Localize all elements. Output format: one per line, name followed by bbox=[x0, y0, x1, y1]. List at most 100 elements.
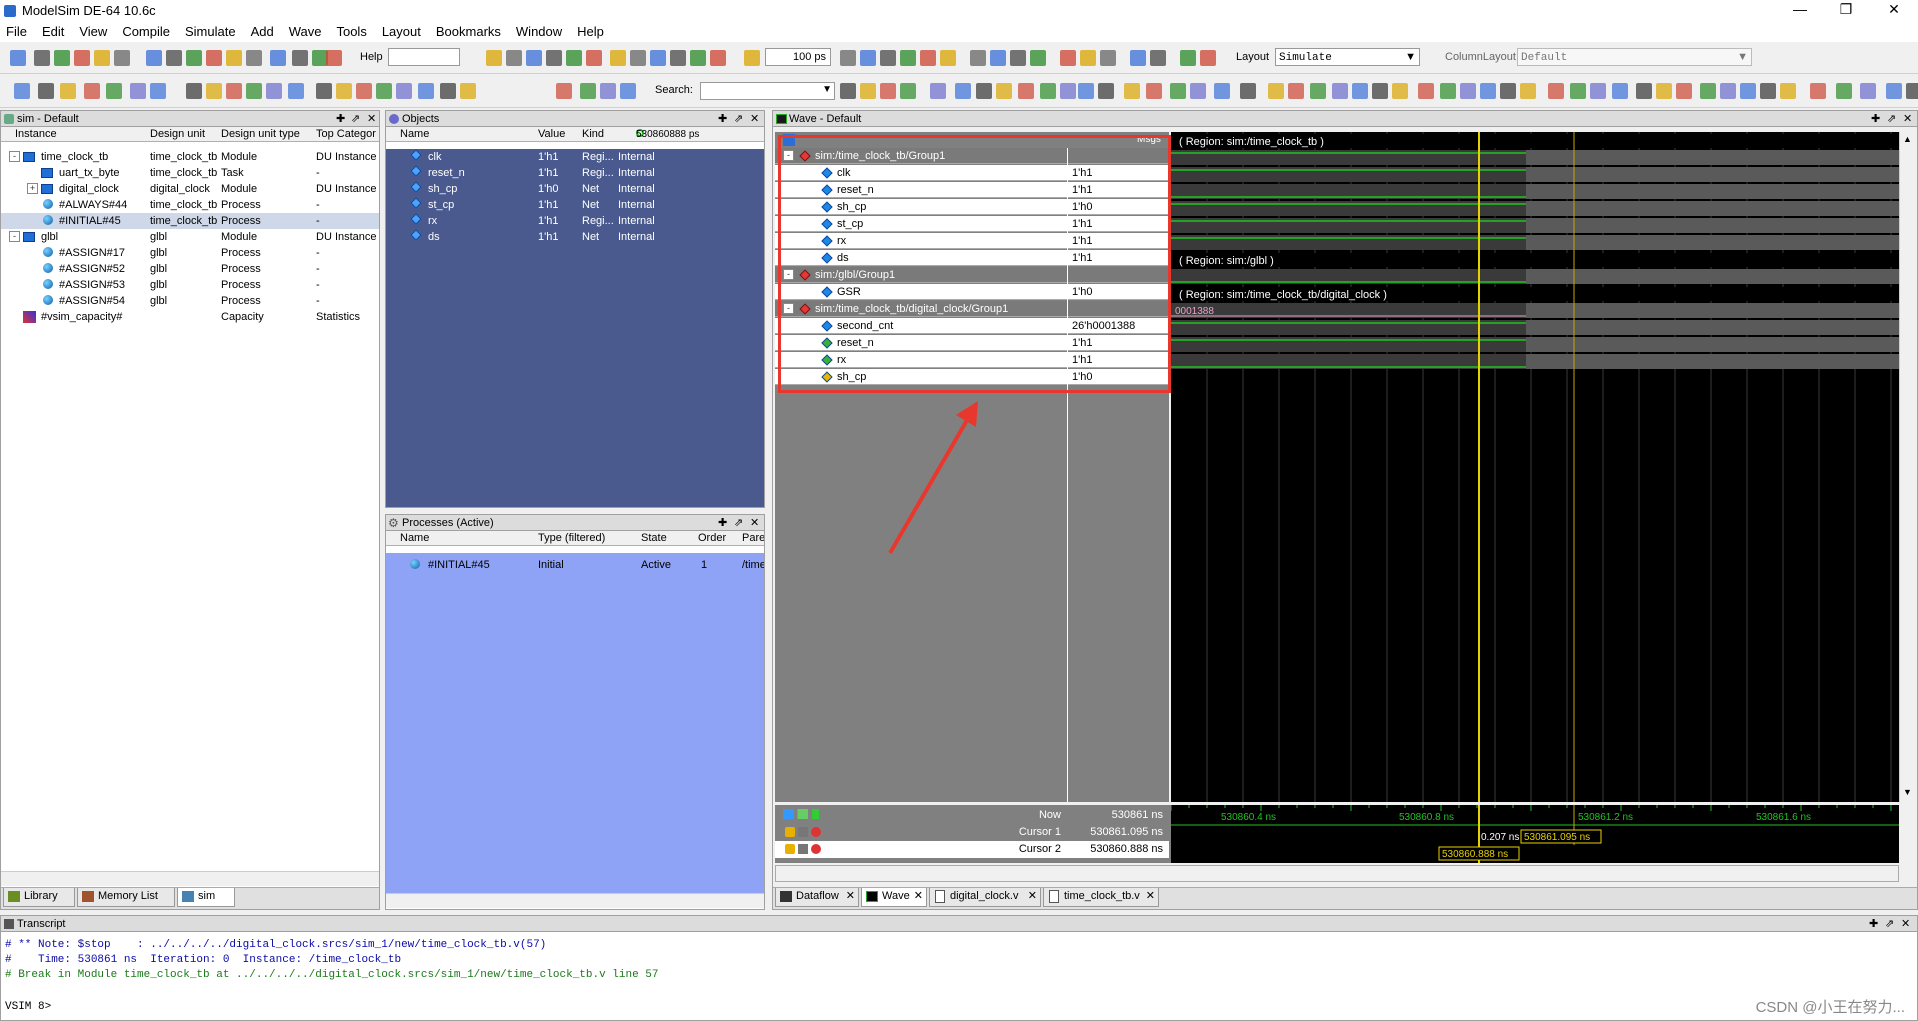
toolbar-button-icon[interactable] bbox=[970, 50, 986, 66]
tab-wave[interactable]: Wave ✕ bbox=[861, 888, 927, 907]
object-row[interactable]: rx 1'h1 Regi... Internal bbox=[386, 213, 764, 229]
lock-icon[interactable] bbox=[785, 844, 795, 854]
col-proc-state[interactable]: State bbox=[641, 532, 667, 544]
toolbar-button-icon[interactable] bbox=[1080, 50, 1096, 66]
toolbar-button-icon[interactable] bbox=[1636, 83, 1652, 99]
toolbar-button-icon[interactable] bbox=[1760, 83, 1776, 99]
now-icons[interactable] bbox=[783, 809, 819, 819]
pane-dock-icon[interactable]: ✚ bbox=[718, 515, 727, 531]
pane-close-icon[interactable]: ✕ bbox=[1901, 916, 1910, 932]
toolbar-button-icon[interactable] bbox=[336, 83, 352, 99]
toolbar-button-icon[interactable] bbox=[1392, 83, 1408, 99]
toolbar-button-icon[interactable] bbox=[556, 83, 572, 99]
object-row[interactable]: clk 1'h1 Regi... Internal bbox=[386, 149, 764, 165]
cursor-delete-icon[interactable] bbox=[811, 844, 821, 854]
toolbar-button-icon[interactable] bbox=[744, 50, 760, 66]
pane-dock-icon[interactable]: ✚ bbox=[336, 111, 345, 127]
toolbar-button-icon[interactable] bbox=[106, 83, 122, 99]
scroll-down-icon[interactable]: ▼ bbox=[1903, 787, 1912, 797]
toolbar-button-icon[interactable] bbox=[206, 83, 222, 99]
toolbar-button-icon[interactable] bbox=[900, 83, 916, 99]
col-design-unit-type[interactable]: Design unit type bbox=[221, 128, 300, 140]
toolbar-button-icon[interactable] bbox=[1010, 50, 1026, 66]
layout-select[interactable]: Simulate ▼ bbox=[1275, 48, 1420, 66]
toolbar-button-icon[interactable] bbox=[418, 83, 434, 99]
menu-file[interactable]: File bbox=[6, 24, 27, 39]
toolbar-button-icon[interactable] bbox=[14, 83, 30, 99]
toolbar-button-icon[interactable] bbox=[690, 50, 706, 66]
tab-digital-clock-v[interactable]: digital_clock.v ✕ bbox=[929, 888, 1041, 907]
toolbar-button-icon[interactable] bbox=[566, 50, 582, 66]
toolbar-button-icon[interactable] bbox=[1332, 83, 1348, 99]
toolbar-button-icon[interactable] bbox=[1146, 83, 1162, 99]
toolbar-button-icon[interactable] bbox=[1886, 83, 1902, 99]
toolbar-button-icon[interactable] bbox=[1130, 50, 1146, 66]
toolbar-button-icon[interactable] bbox=[1836, 83, 1852, 99]
toolbar-button-icon[interactable] bbox=[486, 50, 502, 66]
sim-tree-row[interactable]: + digital_clock digital_clock Module DU Inst… bbox=[1, 181, 379, 197]
toolbar-button-icon[interactable] bbox=[1372, 83, 1388, 99]
object-row[interactable]: st_cp 1'h1 Net Internal bbox=[386, 197, 764, 213]
sim-tree-row[interactable]: #INITIAL#45 time_clock_tb Process - bbox=[1, 213, 379, 229]
object-row[interactable]: sh_cp 1'h0 Net Internal bbox=[386, 181, 764, 197]
col-proc-order[interactable]: Order bbox=[698, 532, 726, 544]
toolbar-button-icon[interactable] bbox=[546, 50, 562, 66]
expand-icon[interactable]: + bbox=[27, 183, 38, 194]
cursor-delete-icon[interactable] bbox=[811, 827, 821, 837]
toolbar-button-icon[interactable] bbox=[266, 83, 282, 99]
pane-undock-icon[interactable]: ⇗ bbox=[1885, 916, 1894, 932]
sim-tree-row[interactable]: #ASSIGN#52 glbl Process - bbox=[1, 261, 379, 277]
toolbar-button-icon[interactable] bbox=[74, 50, 90, 66]
toolbar-button-icon[interactable] bbox=[1810, 83, 1826, 99]
tab-library[interactable]: Library bbox=[3, 888, 75, 907]
toolbar-button-icon[interactable] bbox=[1268, 83, 1284, 99]
col-proc-name[interactable]: Name bbox=[400, 532, 429, 544]
help-search-input[interactable] bbox=[388, 48, 460, 66]
pane-undock-icon[interactable]: ⇗ bbox=[734, 515, 743, 531]
toolbar-button-icon[interactable] bbox=[930, 83, 946, 99]
toolbar-button-icon[interactable] bbox=[1030, 50, 1046, 66]
toolbar-button-icon[interactable] bbox=[1548, 83, 1564, 99]
toolbar-button-icon[interactable] bbox=[1040, 83, 1056, 99]
toolbar-button-icon[interactable] bbox=[710, 50, 726, 66]
menu-help[interactable]: Help bbox=[577, 24, 604, 39]
toolbar-button-icon[interactable] bbox=[246, 83, 262, 99]
cursor-edit-icon[interactable] bbox=[798, 827, 808, 837]
toolbar-button-icon[interactable] bbox=[955, 83, 971, 99]
restore-icon[interactable]: ❐ bbox=[1826, 0, 1866, 21]
col-proc-parent[interactable]: Pare bbox=[742, 532, 764, 544]
col-name[interactable]: Name bbox=[400, 128, 429, 140]
toolbar-button-icon[interactable] bbox=[38, 83, 54, 99]
toolbar-button-icon[interactable] bbox=[630, 50, 646, 66]
toolbar-button-icon[interactable] bbox=[130, 83, 146, 99]
pane-close-icon[interactable]: ✕ bbox=[750, 111, 759, 127]
toolbar-button-icon[interactable] bbox=[114, 50, 130, 66]
toolbar-button-icon[interactable] bbox=[226, 83, 242, 99]
object-row[interactable]: reset_n 1'h1 Regi... Internal bbox=[386, 165, 764, 181]
toolbar-button-icon[interactable] bbox=[610, 50, 626, 66]
toolbar-button-icon[interactable] bbox=[166, 50, 182, 66]
cursor2-row[interactable]: Cursor 2 530860.888 ns bbox=[775, 841, 1169, 858]
pane-close-icon[interactable]: ✕ bbox=[750, 515, 759, 531]
toolbar-button-icon[interactable] bbox=[1780, 83, 1796, 99]
toolbar-button-icon[interactable] bbox=[880, 83, 896, 99]
sim-tree-row[interactable]: #ASSIGN#17 glbl Process - bbox=[1, 245, 379, 261]
toolbar-button-icon[interactable] bbox=[1700, 83, 1716, 99]
menu-wave[interactable]: Wave bbox=[289, 24, 322, 39]
toolbar-button-icon[interactable] bbox=[900, 50, 916, 66]
toolbar-button-icon[interactable] bbox=[1352, 83, 1368, 99]
toolbar-button-icon[interactable] bbox=[206, 50, 222, 66]
toolbar-button-icon[interactable] bbox=[1720, 83, 1736, 99]
sim-tree-row[interactable]: - time_clock_tb time_clock_tb Module DU Inst… bbox=[1, 149, 379, 165]
toolbar-button-icon[interactable] bbox=[1418, 83, 1434, 99]
col-design-unit[interactable]: Design unit bbox=[150, 128, 205, 140]
toolbar-button-icon[interactable] bbox=[246, 50, 262, 66]
toolbar-button-icon[interactable] bbox=[186, 50, 202, 66]
toolbar-button-icon[interactable] bbox=[840, 83, 856, 99]
toolbar-button-icon[interactable] bbox=[1480, 83, 1496, 99]
collapse-icon[interactable]: - bbox=[9, 151, 20, 162]
toolbar-button-icon[interactable] bbox=[1150, 50, 1166, 66]
tab-close-icon[interactable]: ✕ bbox=[1028, 888, 1037, 905]
menu-edit[interactable]: Edit bbox=[42, 24, 64, 39]
tab-close-icon[interactable]: ✕ bbox=[914, 888, 923, 905]
